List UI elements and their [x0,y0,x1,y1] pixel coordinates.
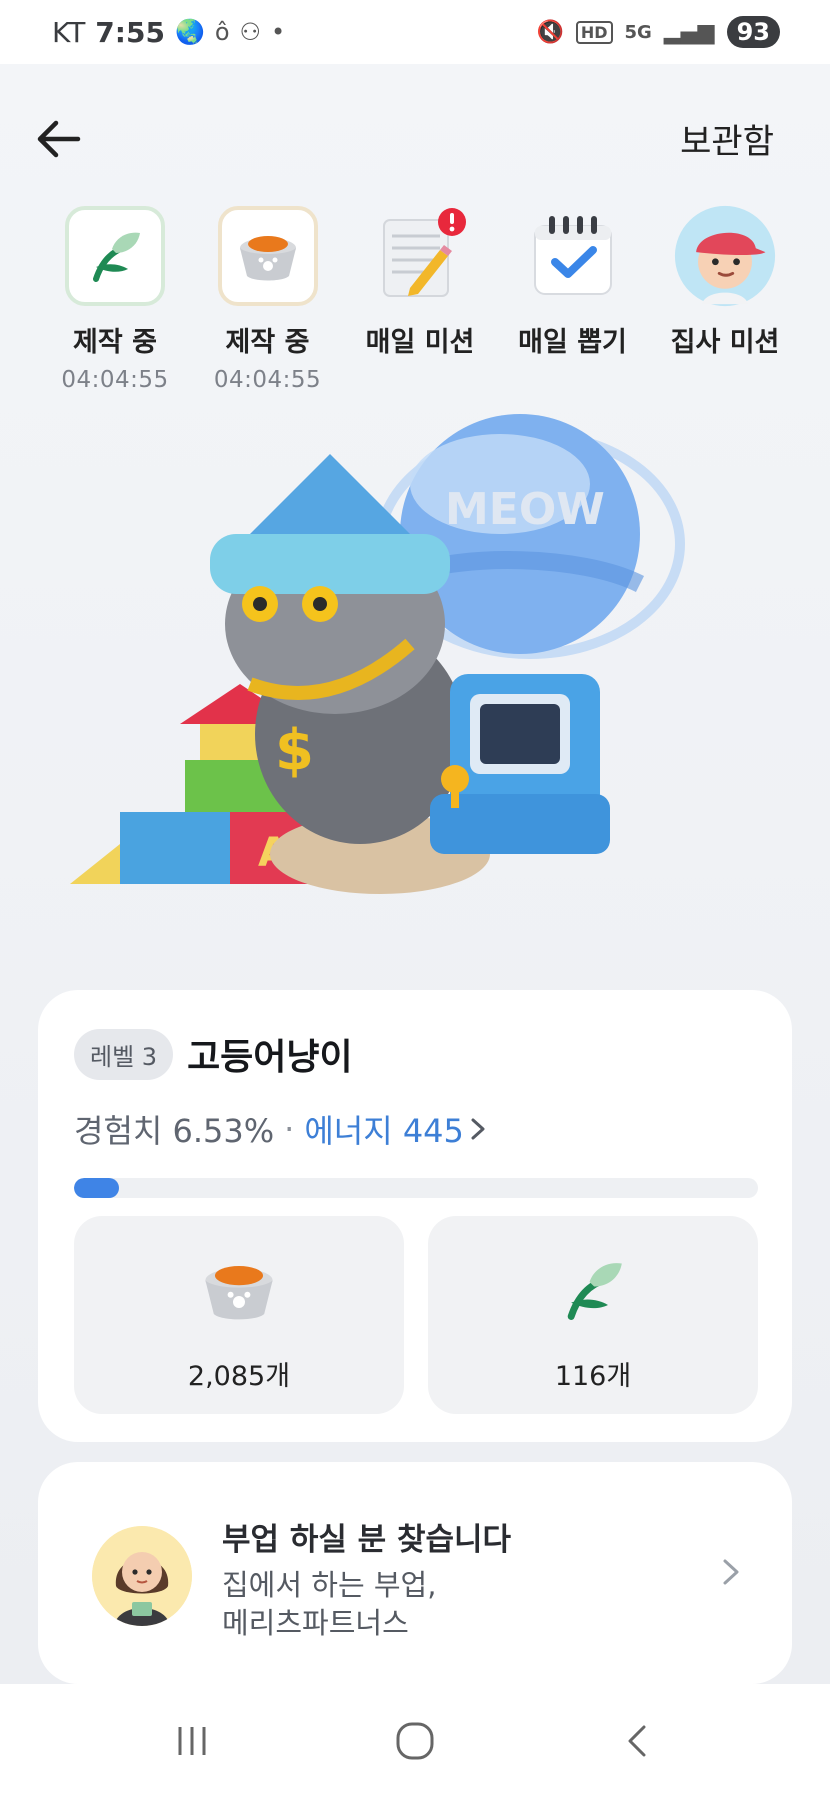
back-arrow-icon [37,120,81,158]
battery-indicator: 93 [726,16,780,48]
ad-line-1: 집에서 하는 부업, [222,1568,437,1602]
network-type: 5G [624,21,652,43]
woman-avatar-icon [92,1526,192,1626]
arcade-machine-icon [430,674,610,854]
back-chevron-icon [628,1725,646,1757]
notepad-icon [368,204,472,308]
signal-icon: ▂▄▆ [663,19,715,45]
calendar-check-icon [521,204,625,308]
quick-item-daily-mission[interactable]: 매일 미션 [345,204,495,393]
battery-level: 93 [736,18,770,46]
leaf-count: 116개 [554,1361,632,1392]
link-icon: ⚇ [239,18,262,46]
quick-item-label: 제작 중 [225,327,310,358]
home-icon [396,1722,434,1760]
carrier-label: KT [52,15,86,49]
leaf-resource-tile[interactable]: 116개 [428,1216,758,1414]
energy-text: 에너지 445 [304,1112,464,1150]
recent-apps-icon [178,1727,206,1755]
quick-item-label: 매일 미션 [365,327,475,358]
separator: · [284,1110,295,1148]
back-button[interactable] [26,104,90,174]
clock: 7:55 [95,15,165,49]
pet-name: 고등어냥이 [187,1037,353,1078]
main-page: 보관함 제작 중 04:04:55 제작 중 04:04:55 매일 미션 매일… [0,64,830,1684]
leaf-icon [548,1250,638,1330]
ad-title: 부업 하실 분 찾습니다 [222,1522,512,1558]
food-count: 2,085개 [187,1361,291,1392]
quick-item-crafting-food[interactable]: 제작 중 04:04:55 [193,204,343,393]
svg-text:$: $ [275,718,314,783]
food-resource-tile[interactable]: 2,085개 [74,1216,404,1414]
exp-text: 경험치 6.53% [74,1112,275,1150]
quick-actions: 제작 중 04:04:55 제작 중 04:04:55 매일 미션 매일 뽑기 … [40,204,800,393]
globe-icon: 🌏 [174,18,205,46]
exp-progress-fill [74,1178,119,1198]
ad-line-2: 메리츠파트너스 [222,1606,409,1640]
notification-icon: ô [214,18,230,46]
recent-apps-button[interactable] [152,1701,232,1781]
quick-item-label: 집사 미션 [670,327,780,358]
leaf-icon [65,206,165,306]
quick-item-crafting-leaf[interactable]: 제작 중 04:04:55 [40,204,190,393]
quick-item-label: 제작 중 [73,327,157,358]
system-nav-bar [0,1684,830,1798]
ad-banner[interactable]: 부업 하실 분 찾습니다 집에서 하는 부업, 메리츠파트너스 [38,1462,792,1684]
level-card: 레벨 3 고등어냥이 경험치 6.53% · 에너지 445 2,085개 11… [38,990,792,1442]
quick-item-label: 매일 뽑기 [518,327,627,358]
quick-item-daily-draw[interactable]: 매일 뽑기 [498,204,648,393]
level-badge: 레벨 3 [74,1028,174,1080]
energy-link[interactable]: 에너지 445 [304,1106,488,1152]
status-bar: KT 7:55 🌏 ô ⚇ • 🔇 HD 5G ▂▄▆ 93 [0,0,830,64]
more-dot-icon: • [271,18,286,46]
quick-item-butler-mission[interactable]: 집사 미션 [650,204,800,393]
food-bowl-icon [217,206,318,306]
chevron-right-icon [471,1118,485,1140]
food-bowl-icon [194,1250,284,1330]
hd-badge: HD [575,20,613,44]
home-button[interactable] [375,1701,455,1781]
mute-icon: 🔇 [536,19,564,45]
system-back-button[interactable] [598,1701,678,1781]
boy-avatar-icon [673,204,777,308]
chevron-right-icon [720,1556,742,1592]
storage-button[interactable]: 보관함 [680,114,774,163]
planet-lettering: MEOW [445,484,605,535]
pet-room-illustration[interactable]: MEOW A [60,384,760,984]
top-bar: 보관함 [0,104,830,174]
exp-progress-bar [74,1178,758,1198]
